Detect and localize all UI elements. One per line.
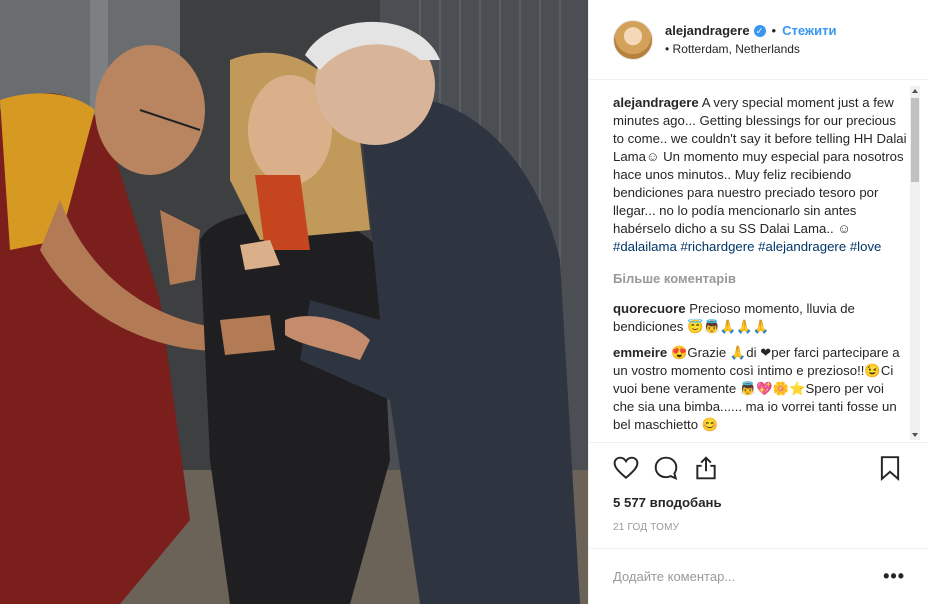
share-icon[interactable] (693, 455, 719, 481)
hashtag-love[interactable]: #love (850, 239, 882, 254)
action-icons (613, 453, 905, 483)
caption-text: A very special moment just a few minutes… (613, 95, 907, 236)
hashtag-alejandragere[interactable]: #alejandragere (758, 239, 846, 254)
comment-item: quorecuore Precioso momento, lluvia de b… (613, 300, 907, 336)
author-avatar[interactable] (613, 19, 653, 60)
scroll-up-arrow-icon[interactable] (912, 89, 918, 93)
header-meta: alejandragere ✓ • Стежити • Rotterdam, N… (665, 23, 837, 56)
header-separator: • (771, 23, 777, 38)
scroll-thumb[interactable] (911, 98, 919, 182)
caption-username[interactable]: alejandragere (613, 95, 699, 110)
add-comment-bar: ••• (589, 548, 928, 604)
scroll-down-arrow-icon[interactable] (912, 433, 918, 437)
header-row: alejandragere ✓ • Стежити (665, 23, 837, 38)
bookmark-icon[interactable] (877, 455, 903, 481)
hashtag-richardgere[interactable]: #richardgere (680, 239, 754, 254)
comments-list[interactable]: alejandragere A very special moment just… (589, 80, 907, 440)
photo-illustration (0, 0, 588, 604)
post-location[interactable]: • Rotterdam, Netherlands (665, 42, 837, 56)
likes-count[interactable]: 5 577 вподобань (613, 495, 905, 510)
follow-button[interactable]: Стежити (782, 23, 836, 38)
post-caption: alejandragere A very special moment just… (613, 94, 907, 256)
add-comment-input[interactable] (613, 569, 884, 584)
verified-badge-icon: ✓ (753, 24, 766, 37)
post-sidebar: alejandragere ✓ • Стежити • Rotterdam, N… (588, 0, 928, 604)
post-header: alejandragere ✓ • Стежити • Rotterdam, N… (589, 0, 928, 80)
post-timestamp[interactable]: 21 ГОД ТОМУ (613, 522, 905, 533)
instagram-post: alejandragere ✓ • Стежити • Rotterdam, N… (0, 0, 928, 604)
author-username[interactable]: alejandragere (665, 23, 750, 38)
more-options-icon[interactable]: ••• (883, 566, 905, 587)
comments-scrollbar[interactable] (910, 86, 920, 440)
post-photo[interactable] (0, 0, 588, 604)
heart-icon[interactable] (613, 455, 639, 481)
load-more-comments[interactable]: Більше коментарів (613, 270, 907, 288)
comment-username[interactable]: quorecuore (613, 301, 686, 316)
comment-item: emmeire 😍Grazie 🙏di ❤per farci partecipa… (613, 344, 907, 434)
comment-username[interactable]: emmeire (613, 345, 667, 360)
comment-bubble-icon[interactable] (653, 455, 679, 481)
hashtag-dalailama[interactable]: #dalailama (613, 239, 677, 254)
